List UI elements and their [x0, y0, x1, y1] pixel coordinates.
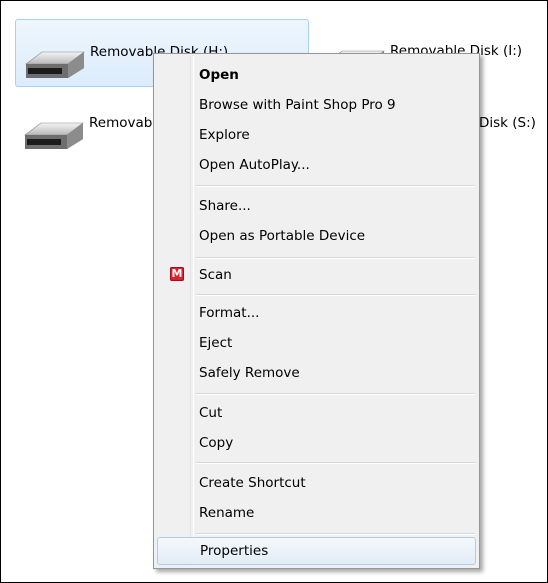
menu-item-format[interactable]: Format... — [157, 299, 476, 327]
drive-item-removable-partial[interactable]: Removab — [15, 91, 175, 159]
drive-label: Disk (S:) — [479, 115, 536, 131]
removable-disk-icon — [22, 44, 88, 80]
menu-item-create-shortcut[interactable]: Create Shortcut — [157, 469, 476, 497]
menu-item-eject[interactable]: Eject — [157, 329, 476, 357]
menu-item-safely-remove[interactable]: Safely Remove — [157, 359, 476, 387]
menu-item-open-portable-device[interactable]: Open as Portable Device — [157, 222, 476, 250]
menu-item-cut[interactable]: Cut — [157, 399, 476, 427]
menu-item-explore[interactable]: Explore — [157, 121, 476, 149]
menu-item-open-autoplay[interactable]: Open AutoPlay... — [157, 151, 476, 179]
menu-item-browse-paint-shop-pro[interactable]: Browse with Paint Shop Pro 9 — [157, 91, 476, 119]
removable-disk-icon — [21, 115, 87, 151]
drive-label: Removab — [89, 115, 153, 131]
menu-item-scan-label: Scan — [199, 267, 232, 283]
menu-item-rename[interactable]: Rename — [157, 499, 476, 527]
menu-item-share[interactable]: Share... — [157, 192, 476, 220]
menu-separator — [196, 185, 475, 187]
menu-separator — [196, 257, 475, 259]
menu-separator — [196, 294, 475, 296]
drive-item-removable-s[interactable]: Disk (S:) — [479, 91, 545, 159]
menu-item-properties[interactable]: Properties — [157, 537, 476, 565]
menu-separator — [196, 462, 475, 464]
mcafee-icon: M — [170, 267, 184, 281]
menu-item-copy[interactable]: Copy — [157, 429, 476, 457]
menu-item-open[interactable]: Open — [157, 61, 476, 89]
menu-separator — [196, 393, 475, 395]
context-menu: Open Browse with Paint Shop Pro 9 Explor… — [153, 53, 480, 569]
explorer-content-pane: Removable Disk (H:) Removable Disk (I:) … — [0, 0, 548, 583]
menu-item-scan[interactable]: M Scan — [157, 261, 476, 289]
menu-separator — [196, 533, 475, 535]
